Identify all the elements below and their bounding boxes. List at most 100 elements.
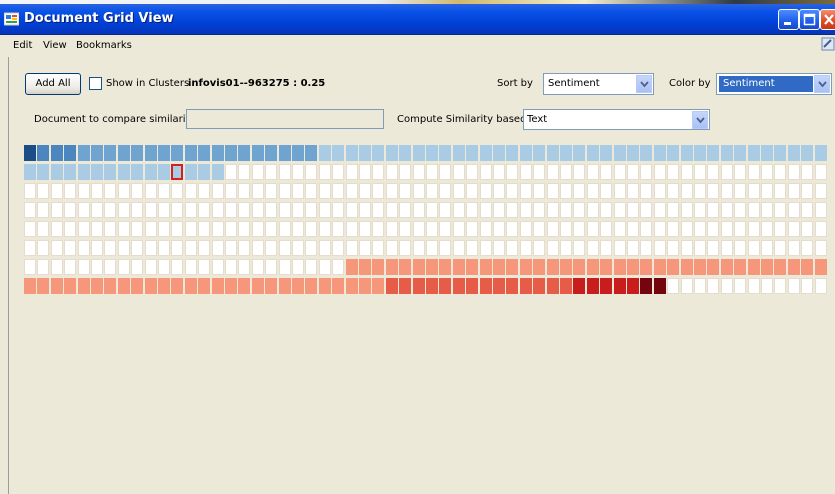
document-cell[interactable] <box>345 145 358 161</box>
document-cell[interactable] <box>345 259 358 275</box>
color-by-dropdown-button[interactable] <box>814 75 830 93</box>
compare-document-field[interactable] <box>186 109 384 129</box>
document-cell[interactable] <box>64 164 77 180</box>
selected-document-cell[interactable] <box>171 164 184 180</box>
document-cell[interactable] <box>707 259 720 275</box>
document-cell[interactable] <box>452 145 465 161</box>
document-cell[interactable] <box>653 145 666 161</box>
document-cell[interactable] <box>439 278 452 294</box>
compute-similarity-select[interactable]: Text <box>523 109 710 130</box>
document-cell[interactable] <box>787 259 800 275</box>
document-cell[interactable] <box>533 259 546 275</box>
document-cell[interactable] <box>385 278 398 294</box>
show-in-clusters-label[interactable]: Show in Clusters <box>106 78 189 89</box>
document-cell[interactable] <box>198 278 211 294</box>
document-cell[interactable] <box>158 145 170 161</box>
document-cell[interactable] <box>680 259 693 275</box>
document-cell[interactable] <box>24 164 36 180</box>
document-cell[interactable] <box>452 259 465 275</box>
document-cell[interactable] <box>399 278 412 294</box>
document-cell[interactable] <box>131 145 144 161</box>
document-cell[interactable] <box>77 145 90 161</box>
color-by-select[interactable]: Sentiment <box>716 73 832 95</box>
document-cell[interactable] <box>546 278 559 294</box>
document-cell[interactable] <box>318 145 331 161</box>
document-cell[interactable] <box>613 145 626 161</box>
document-cell[interactable] <box>64 278 77 294</box>
title-bar[interactable]: Document Grid View <box>0 4 835 35</box>
document-cell[interactable] <box>238 278 251 294</box>
document-cell[interactable] <box>787 145 800 161</box>
document-cell[interactable] <box>814 145 827 161</box>
document-cell[interactable] <box>586 278 599 294</box>
document-cell[interactable] <box>318 278 331 294</box>
document-cell[interactable] <box>332 278 345 294</box>
document-cell[interactable] <box>506 278 519 294</box>
document-cell[interactable] <box>627 278 639 294</box>
sort-by-select[interactable]: Sentiment <box>543 73 654 95</box>
document-cell[interactable] <box>372 145 385 161</box>
document-cell[interactable] <box>117 164 130 180</box>
document-cell[interactable] <box>171 278 184 294</box>
document-cell[interactable] <box>439 259 452 275</box>
document-cell[interactable] <box>412 259 425 275</box>
document-cell[interactable] <box>278 278 291 294</box>
document-cell[interactable] <box>104 145 117 161</box>
document-cell[interactable] <box>479 145 492 161</box>
document-cell[interactable] <box>627 145 639 161</box>
document-cell[interactable] <box>801 145 814 161</box>
document-cell[interactable] <box>225 278 237 294</box>
document-cell[interactable] <box>506 259 519 275</box>
document-cell[interactable] <box>50 278 63 294</box>
menu-edit[interactable]: Edit <box>13 40 32 51</box>
document-cell[interactable] <box>104 278 117 294</box>
document-cell[interactable] <box>184 164 197 180</box>
document-cell[interactable] <box>573 259 586 275</box>
document-cell[interactable] <box>546 145 559 161</box>
document-cell[interactable] <box>680 145 693 161</box>
document-cell[interactable] <box>117 278 130 294</box>
document-cell[interactable] <box>91 164 103 180</box>
document-cell[interactable] <box>359 278 371 294</box>
document-cell[interactable] <box>707 145 720 161</box>
document-cell[interactable] <box>77 278 90 294</box>
document-cell[interactable] <box>426 145 438 161</box>
document-cell[interactable] <box>64 145 77 161</box>
document-cell[interactable] <box>560 259 572 275</box>
document-cell[interactable] <box>399 145 412 161</box>
document-cell[interactable] <box>198 145 211 161</box>
document-cell[interactable] <box>211 164 224 180</box>
document-cell[interactable] <box>640 145 653 161</box>
document-cell[interactable] <box>774 259 787 275</box>
document-cell[interactable] <box>412 278 425 294</box>
document-cell[interactable] <box>560 278 572 294</box>
menu-bookmarks[interactable]: Bookmarks <box>76 40 132 51</box>
document-cell[interactable] <box>91 278 103 294</box>
document-cell[interactable] <box>144 164 157 180</box>
document-cell[interactable] <box>533 145 546 161</box>
document-cell[interactable] <box>573 278 586 294</box>
document-cell[interactable] <box>77 164 90 180</box>
document-cell[interactable] <box>600 259 613 275</box>
sort-by-dropdown-button[interactable] <box>636 75 652 93</box>
document-cell[interactable] <box>452 278 465 294</box>
document-cell[interactable] <box>399 259 412 275</box>
document-cell[interactable] <box>640 278 653 294</box>
document-cell[interactable] <box>600 278 613 294</box>
document-cell[interactable] <box>747 259 760 275</box>
document-cell[interactable] <box>506 145 519 161</box>
document-cell[interactable] <box>158 164 170 180</box>
document-cell[interactable] <box>225 145 237 161</box>
document-cell[interactable] <box>694 145 706 161</box>
document-cell[interactable] <box>479 259 492 275</box>
document-cell[interactable] <box>184 278 197 294</box>
document-cell[interactable] <box>37 145 50 161</box>
document-cell[interactable] <box>131 278 144 294</box>
document-cell[interactable] <box>359 259 371 275</box>
document-cell[interactable] <box>613 278 626 294</box>
tool-icon[interactable] <box>821 37 835 51</box>
document-cell[interactable] <box>586 259 599 275</box>
menu-view[interactable]: View <box>43 40 67 51</box>
document-cell[interactable] <box>479 278 492 294</box>
document-cell[interactable] <box>761 145 773 161</box>
